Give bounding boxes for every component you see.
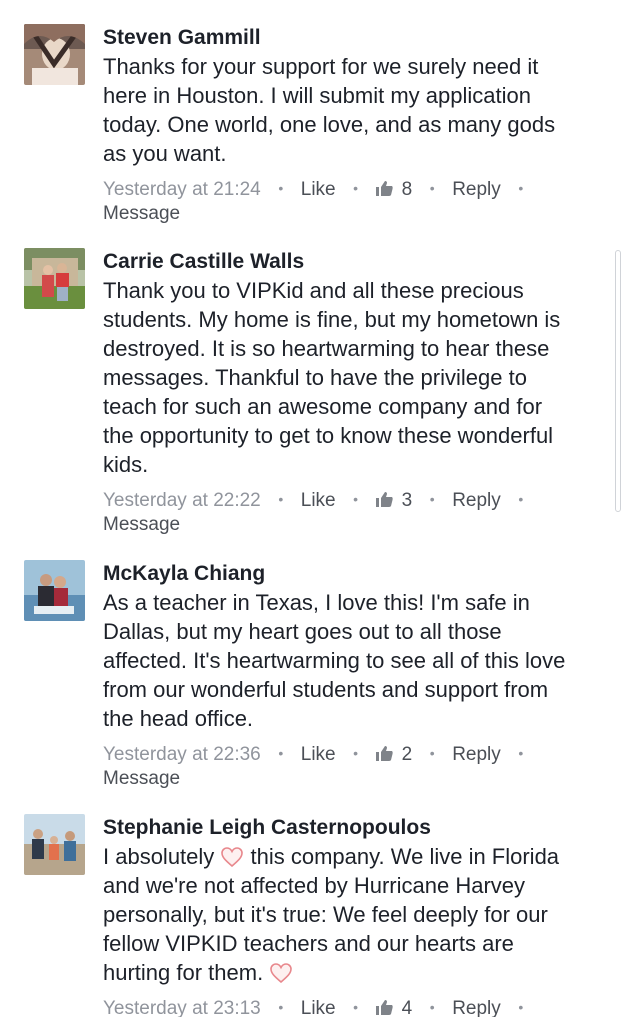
comment-actions: Yesterday at 21:24 • Like • 8 • Reply • Message xyxy=(103,179,524,224)
reply-button[interactable]: Reply xyxy=(452,179,501,200)
comment-actions: Yesterday at 22:36 • Like • 2 • Reply • Message xyxy=(103,744,524,789)
timestamp[interactable]: Yesterday at 21:24 xyxy=(103,179,261,200)
reply-button[interactable]: Reply xyxy=(452,744,501,765)
message-button[interactable]: Message xyxy=(103,768,180,789)
heart-emoji-icon xyxy=(270,963,293,984)
avatar[interactable] xyxy=(24,248,85,309)
avatar[interactable] xyxy=(24,24,85,85)
scrollbar[interactable] xyxy=(615,250,621,512)
comment-text: I absolutely this company. We live in Fl… xyxy=(103,844,560,985)
avatar-photo-icon xyxy=(24,814,85,875)
like-button[interactable]: Like xyxy=(301,744,336,765)
thumbs-up-icon xyxy=(375,181,393,196)
avatar-photo-icon xyxy=(24,560,85,621)
like-button[interactable]: Like xyxy=(301,998,336,1017)
comment-author[interactable]: Steven Gammill xyxy=(103,24,608,52)
like-count[interactable]: 3 xyxy=(375,490,412,511)
comment-actions: Yesterday at 22:22 • Like • 3 • Reply • Message xyxy=(103,490,524,535)
reply-button[interactable]: Reply xyxy=(452,998,501,1017)
like-button[interactable]: Like xyxy=(301,179,336,200)
avatar-photo-icon xyxy=(24,248,85,309)
thumbs-up-icon xyxy=(375,492,393,507)
reply-button[interactable]: Reply xyxy=(452,490,501,511)
comment-text: Thanks for your support for we surely ne… xyxy=(103,54,556,166)
thumbs-up-icon xyxy=(375,746,393,761)
message-button[interactable]: Message xyxy=(103,514,180,535)
like-count[interactable]: 4 xyxy=(375,998,412,1017)
timestamp[interactable]: Yesterday at 23:13 xyxy=(103,998,261,1017)
timestamp[interactable]: Yesterday at 22:22 xyxy=(103,490,261,511)
comment-text: Thank you to VIPKid and all these precio… xyxy=(103,278,561,477)
message-button[interactable]: Message xyxy=(103,203,180,224)
like-count[interactable]: 2 xyxy=(375,744,412,765)
like-count[interactable]: 8 xyxy=(375,179,412,200)
comment-actions: Yesterday at 23:13 • Like • 4 • Reply • xyxy=(103,998,524,1017)
avatar-photo-icon xyxy=(24,24,85,85)
comment-text: As a teacher in Texas, I love this! I'm … xyxy=(103,590,566,731)
comment-author[interactable]: Stephanie Leigh Casternopoulos xyxy=(103,814,608,842)
thumbs-up-icon xyxy=(375,1000,393,1015)
heart-emoji-icon xyxy=(221,847,244,868)
comment-author[interactable]: McKayla Chiang xyxy=(103,560,608,588)
like-button[interactable]: Like xyxy=(301,490,336,511)
timestamp[interactable]: Yesterday at 22:36 xyxy=(103,744,261,765)
comment-author[interactable]: Carrie Castille Walls xyxy=(103,248,608,276)
avatar[interactable] xyxy=(24,814,85,875)
avatar[interactable] xyxy=(24,560,85,621)
